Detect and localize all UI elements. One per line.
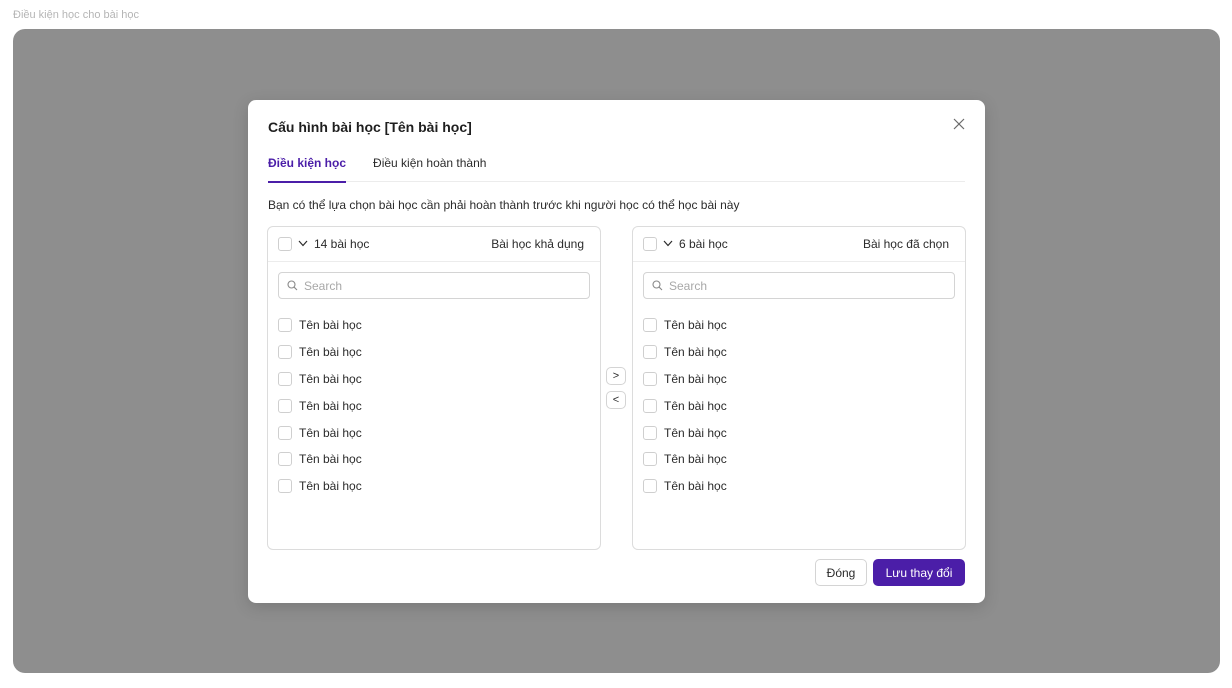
- tab-completion-conditions[interactable]: Điều kiện hoàn thành: [373, 150, 486, 182]
- available-lessons-panel: 14 bài học Bài học khả dụng Tên bài học …: [267, 226, 601, 550]
- item-checkbox[interactable]: [278, 398, 292, 413]
- list-item[interactable]: Tên bài học: [643, 339, 965, 366]
- item-checkbox[interactable]: [278, 371, 292, 386]
- item-label: Tên bài học: [299, 371, 362, 386]
- list-item[interactable]: Tên bài học: [643, 473, 965, 500]
- tab-bar: Điều kiện học Điều kiện hoàn thành: [268, 150, 965, 183]
- chevron-down-icon[interactable]: [298, 239, 308, 250]
- item-checkbox[interactable]: [643, 318, 657, 333]
- tab-learning-conditions[interactable]: Điều kiện học: [268, 150, 347, 183]
- item-label: Tên bài học: [299, 318, 362, 333]
- item-label: Tên bài học: [299, 479, 362, 494]
- item-label: Tên bài học: [664, 318, 727, 333]
- list-item[interactable]: Tên bài học: [278, 366, 600, 393]
- close-button[interactable]: [949, 114, 969, 134]
- selected-lessons-panel: 6 bài học Bài học đã chọn Tên bài học Tê…: [632, 226, 966, 550]
- item-checkbox[interactable]: [643, 452, 657, 467]
- search-input[interactable]: [669, 278, 946, 293]
- item-checkbox[interactable]: [278, 318, 292, 333]
- page-label: Điều kiện học cho bài học: [13, 9, 139, 21]
- lesson-list: Tên bài học Tên bài học Tên bài học Tên …: [268, 312, 600, 500]
- search-icon: [287, 280, 298, 291]
- close-icon: [953, 118, 965, 130]
- lesson-list: Tên bài học Tên bài học Tên bài học Tên …: [633, 312, 965, 500]
- select-all-checkbox[interactable]: [278, 237, 292, 251]
- item-label: Tên bài học: [299, 452, 362, 467]
- close-dialog-button[interactable]: Đóng: [815, 559, 867, 586]
- item-label: Tên bài học: [664, 452, 727, 467]
- item-label: Tên bài học: [664, 479, 727, 494]
- lesson-count: 6 bài học: [679, 237, 728, 251]
- config-modal: Cấu hình bài học [Tên bài học] Điều kiện…: [248, 100, 985, 603]
- list-item[interactable]: Tên bài học: [643, 312, 965, 339]
- item-checkbox[interactable]: [643, 371, 657, 386]
- chevron-down-icon[interactable]: [663, 239, 673, 250]
- item-label: Tên bài học: [664, 398, 727, 413]
- list-item[interactable]: Tên bài học: [278, 419, 600, 446]
- item-label: Tên bài học: [664, 345, 727, 360]
- panel-title: Bài học đã chọn: [862, 237, 949, 251]
- search-box: [278, 272, 590, 299]
- list-item[interactable]: Tên bài học: [643, 392, 965, 419]
- list-item[interactable]: Tên bài học: [278, 312, 600, 339]
- item-label: Tên bài học: [664, 425, 727, 440]
- item-label: Tên bài học: [299, 398, 362, 413]
- list-item[interactable]: Tên bài học: [643, 446, 965, 473]
- search-box: [643, 272, 955, 299]
- move-right-button[interactable]: >: [606, 367, 626, 385]
- move-left-button[interactable]: <: [606, 391, 626, 409]
- item-checkbox[interactable]: [643, 425, 657, 440]
- list-item[interactable]: Tên bài học: [643, 366, 965, 393]
- list-item[interactable]: Tên bài học: [643, 419, 965, 446]
- panel-header: 14 bài học Bài học khả dụng: [268, 227, 600, 262]
- panel-title: Bài học khả dụng: [491, 237, 584, 251]
- description-text: Bạn có thể lựa chọn bài học cần phải hoà…: [268, 198, 740, 212]
- list-item[interactable]: Tên bài học: [278, 446, 600, 473]
- select-all-checkbox[interactable]: [643, 237, 657, 251]
- modal-title: Cấu hình bài học [Tên bài học]: [268, 119, 472, 135]
- item-label: Tên bài học: [664, 371, 727, 386]
- search-input[interactable]: [304, 278, 581, 293]
- item-checkbox[interactable]: [643, 345, 657, 360]
- item-checkbox[interactable]: [278, 345, 292, 360]
- item-checkbox[interactable]: [278, 479, 292, 494]
- panel-header: 6 bài học Bài học đã chọn: [633, 227, 965, 262]
- search-icon: [652, 280, 663, 291]
- item-checkbox[interactable]: [278, 452, 292, 467]
- save-changes-button[interactable]: Lưu thay đổi: [873, 559, 965, 586]
- item-checkbox[interactable]: [643, 479, 657, 494]
- list-item[interactable]: Tên bài học: [278, 473, 600, 500]
- item-checkbox[interactable]: [278, 425, 292, 440]
- item-label: Tên bài học: [299, 345, 362, 360]
- lesson-count: 14 bài học: [314, 237, 370, 251]
- list-item[interactable]: Tên bài học: [278, 392, 600, 419]
- item-label: Tên bài học: [299, 425, 362, 440]
- item-checkbox[interactable]: [643, 398, 657, 413]
- list-item[interactable]: Tên bài học: [278, 339, 600, 366]
